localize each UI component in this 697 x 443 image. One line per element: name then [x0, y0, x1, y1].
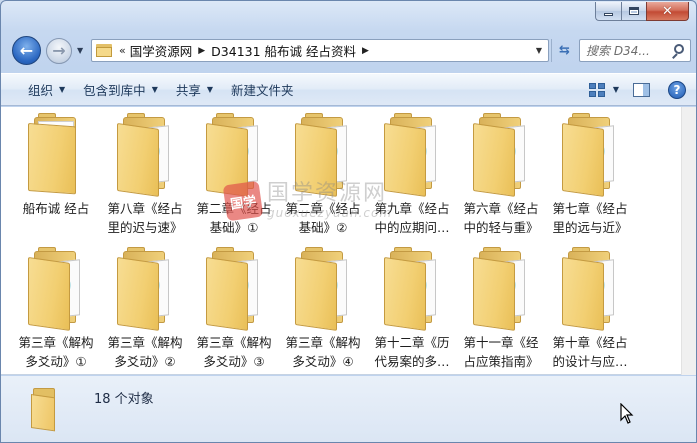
view-options-icon[interactable] [588, 82, 605, 97]
folder-item[interactable]: 第二章《经占基础》① [191, 113, 277, 237]
toolbar-right-group: ▼ ? [588, 80, 686, 99]
folder-item[interactable]: 第三章《解构多爻动》④ [280, 247, 366, 371]
refresh-button[interactable]: ⇆ [551, 39, 577, 62]
folder-icon [28, 113, 84, 195]
folder-icon [384, 247, 440, 331]
new-folder-label: 新建文件夹 [231, 83, 294, 98]
vertical-scrollbar[interactable] [681, 107, 696, 375]
folder-item[interactable]: 第三章《解构多爻动》③ [191, 247, 277, 371]
folder-icon [31, 386, 61, 432]
folder-item-label: 第二章《经占基础》① [196, 201, 272, 235]
help-icon[interactable]: ? [668, 80, 686, 99]
preview-pane-icon[interactable] [633, 82, 650, 97]
command-bar: 组织 ▼ 包含到库中 ▼ 共享 ▼ 新建文件夹 ▼ ? [1, 73, 696, 106]
folder-item-label: 第三章《解构多爻动》③ [196, 335, 272, 369]
folder-item[interactable]: 第七章《经占里的远与近》 [547, 113, 633, 237]
folder-item[interactable]: 第十二章《历代易案的多… [369, 247, 455, 371]
refresh-icon: ⇆ [559, 43, 570, 58]
folder-icon [206, 247, 262, 331]
organize-button[interactable]: 组织 ▼ [19, 78, 74, 102]
folder-icon [295, 247, 351, 331]
folder-icon [473, 247, 529, 331]
minimize-button[interactable] [595, 2, 621, 21]
folder-icon [117, 247, 173, 331]
organize-label: 组织 [28, 83, 54, 98]
breadcrumb-item-root[interactable]: 国学资源网 [130, 41, 193, 60]
include-in-library-label: 包含到库中 [83, 83, 146, 98]
folder-item-label: 第二章《经占基础》② [285, 201, 361, 235]
folder-item-label: 第十二章《历代易案的多… [374, 335, 450, 369]
explorer-window: ✕ ← → ▼ « 国学资源网 ▶ D34131 船布诚 经占资料 ▶ ▼ ⇆ [0, 0, 697, 443]
chevron-down-icon: ▼ [151, 85, 158, 94]
share-label: 共享 [175, 83, 201, 98]
folder-item-label: 第九章《经占中的应期问… [374, 201, 450, 235]
breadcrumb-separator-icon[interactable]: ▶ [198, 46, 205, 56]
back-arrow-icon: ← [19, 40, 34, 60]
breadcrumb-item-current[interactable]: D34131 船布诚 经占资料 [211, 41, 356, 60]
folder-item-label: 第三章《解构多爻动》① [18, 335, 94, 369]
folder-icon [96, 44, 112, 57]
folder-icon [117, 113, 173, 197]
chevron-down-icon: ▼ [206, 85, 214, 94]
folder-item-label: 第三章《解构多爻动》④ [285, 335, 361, 369]
folder-item[interactable]: 第十一章《经占应策指南》 [458, 247, 544, 371]
chevron-down-icon: ▼ [59, 85, 66, 94]
navigation-bar: ← → ▼ « 国学资源网 ▶ D34131 船布诚 经占资料 ▶ ▼ ⇆ [8, 33, 691, 67]
folder-item[interactable]: 第三章《解构多爻动》② [102, 247, 188, 371]
folder-icon [384, 113, 440, 197]
forward-button[interactable]: → [46, 38, 72, 64]
folder-item-label: 第八章《经占里的迟与速》 [107, 201, 183, 235]
search-icon[interactable] [671, 43, 685, 59]
include-in-library-button[interactable]: 包含到库中 ▼ [74, 78, 167, 102]
item-count: 18 个对象 [94, 392, 154, 407]
search-input[interactable] [586, 43, 668, 58]
folder-item-label: 第三章《解构多爻动》② [107, 335, 183, 369]
folder-item-label: 第七章《经占里的远与近》 [552, 201, 628, 235]
maximize-icon [629, 7, 639, 15]
folder-item-label: 第十章《经占的设计与应… [552, 335, 628, 369]
back-button[interactable]: ← [12, 36, 41, 65]
share-button[interactable]: 共享 ▼ [167, 78, 222, 102]
folder-item-label: 第十一章《经占应策指南》 [463, 335, 539, 369]
breadcrumb-overflow[interactable]: « [119, 44, 126, 57]
folder-icon [295, 113, 351, 197]
address-dropdown-icon[interactable]: ▼ [536, 46, 542, 55]
folder-icon [206, 113, 262, 197]
folder-item-label: 第六章《经占中的轻与重》 [463, 201, 539, 235]
file-list-view[interactable]: 船布诚 经占 第八章《经占里的迟与速》 第二章《经占基础》① 第二章《经占基础》② 第九… [1, 107, 696, 375]
details-pane: 18 个对象 [1, 376, 696, 442]
folder-item[interactable]: 船布诚 经占 [13, 113, 99, 218]
minimize-icon [604, 12, 613, 16]
folder-item[interactable]: 第九章《经占中的应期问… [369, 113, 455, 237]
folder-icon [473, 113, 529, 197]
folder-icon [562, 247, 618, 331]
folder-item[interactable]: 第六章《经占中的轻与重》 [458, 113, 544, 237]
close-icon: ✕ [662, 3, 673, 19]
forward-arrow-icon: → [52, 41, 66, 60]
folder-icon [28, 247, 84, 331]
folder-item[interactable]: 第三章《解构多爻动》① [13, 247, 99, 371]
folder-item-label: 船布诚 经占 [22, 201, 90, 216]
view-options-dropdown-icon[interactable]: ▼ [613, 85, 619, 94]
maximize-button[interactable] [621, 2, 646, 21]
caption-buttons: ✕ [595, 2, 689, 21]
history-dropdown-icon[interactable]: ▼ [77, 46, 83, 55]
search-box[interactable] [579, 39, 691, 62]
folder-item[interactable]: 第八章《经占里的迟与速》 [102, 113, 188, 237]
folder-icon [562, 113, 618, 197]
close-button[interactable]: ✕ [646, 2, 689, 21]
new-folder-button[interactable]: 新建文件夹 [222, 78, 303, 102]
folder-item[interactable]: 第十章《经占的设计与应… [547, 247, 633, 371]
breadcrumb-separator-icon[interactable]: ▶ [362, 46, 369, 56]
folder-item[interactable]: 第二章《经占基础》② [280, 113, 366, 237]
address-bar[interactable]: « 国学资源网 ▶ D34131 船布诚 经占资料 ▶ ▼ [91, 39, 549, 62]
